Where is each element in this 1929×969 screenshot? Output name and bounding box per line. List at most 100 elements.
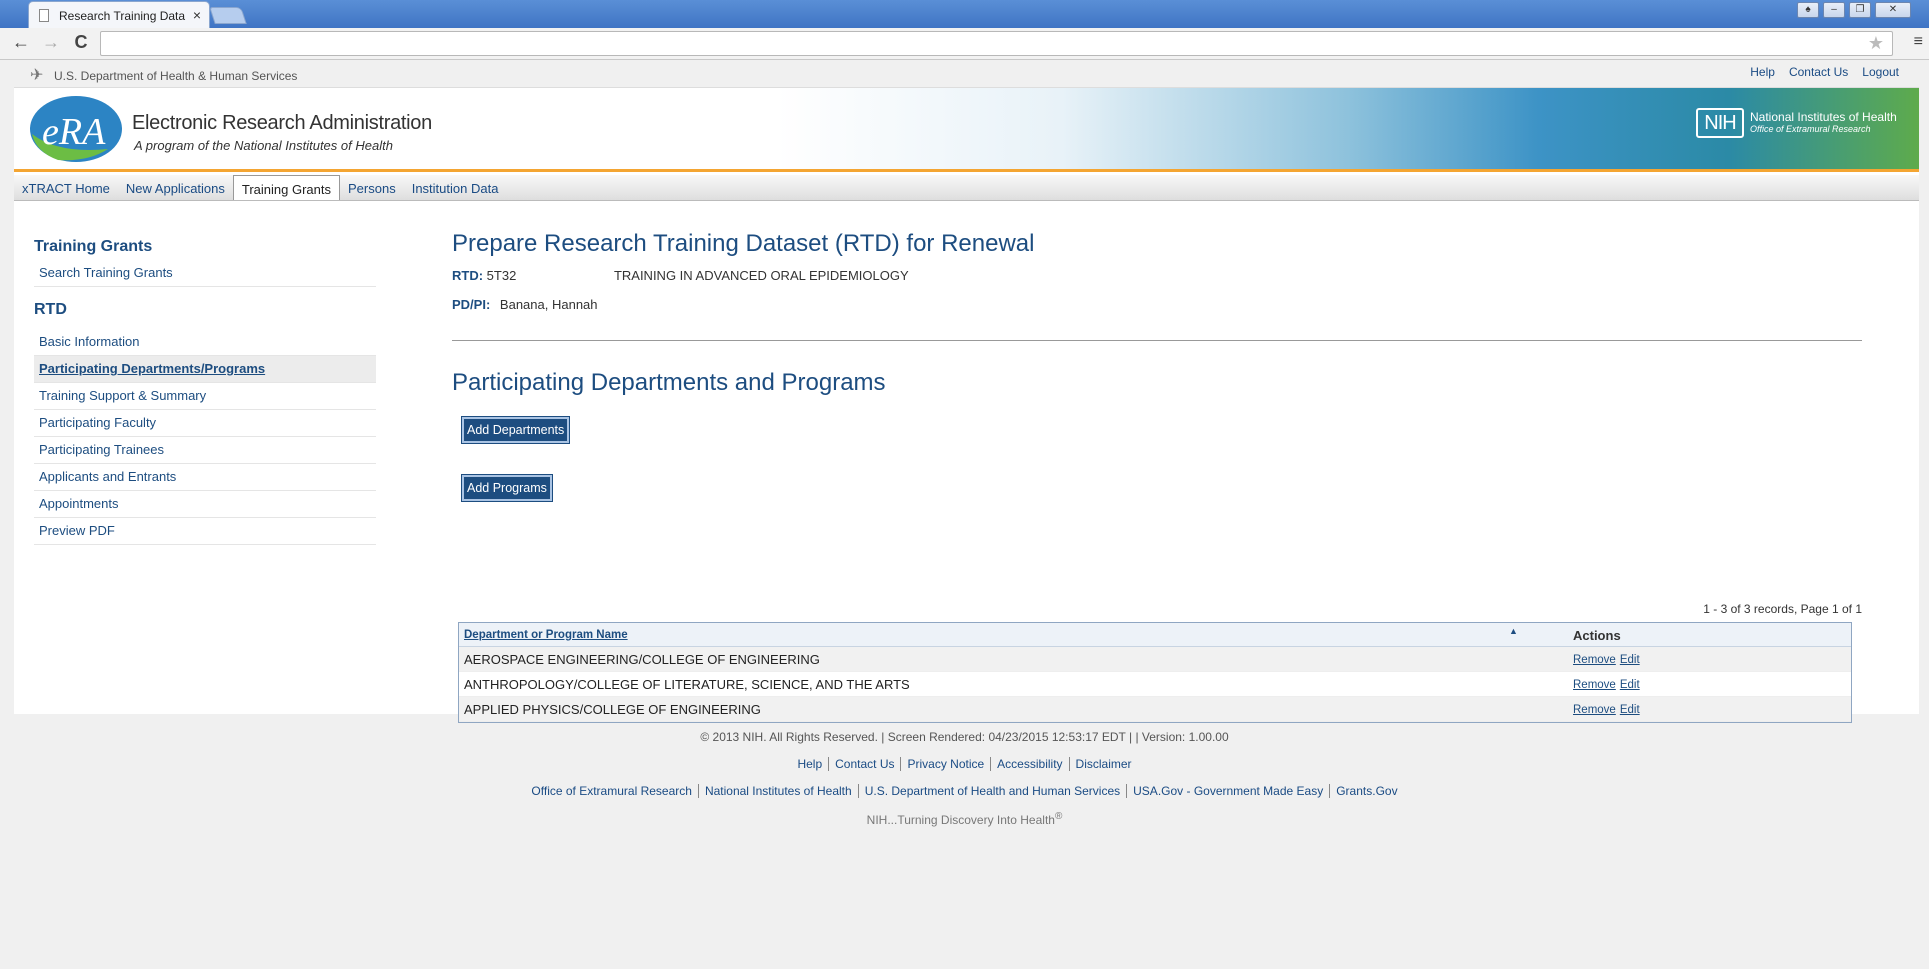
logout-link[interactable]: Logout [1862, 65, 1899, 79]
table-row: APPLIED PHYSICS/COLLEGE OF ENGINEERING R… [459, 697, 1851, 722]
hhs-bar: ✈ U.S. Department of Health & Human Serv… [14, 60, 1919, 88]
footer-hhs-link[interactable]: U.S. Department of Health and Human Serv… [858, 784, 1128, 798]
footer-links-primary: Help Contact Us Privacy Notice Accessibilit… [0, 757, 1929, 771]
footer-accessibility-link[interactable]: Accessibility [991, 757, 1070, 771]
sidebar-item-appointments[interactable]: Appointments [34, 491, 376, 518]
footer-usagov-link[interactable]: USA.Gov - Government Made Easy [1127, 784, 1331, 798]
browser-titlebar: Research Training Data × ♠ – ❐ ✕ [0, 0, 1929, 28]
nih-logo[interactable]: NIH [1696, 108, 1744, 138]
pdpi-row: PD/PI: Banana, Hannah [452, 297, 1872, 312]
footer-links-secondary: Office of Extramural Research National In… [0, 784, 1929, 798]
footer-grantsgov-link[interactable]: Grants.Gov [1330, 784, 1403, 798]
svg-text:eRA: eRA [42, 111, 106, 153]
rtd-value: 5T32 [486, 268, 517, 283]
sidebar-item-applicants-entrants[interactable]: Applicants and Entrants [34, 464, 376, 491]
brand-title: Electronic Research Administration [132, 112, 432, 134]
help-link[interactable]: Help [1750, 65, 1775, 79]
sidebar-heading-rtd: RTD [34, 301, 67, 318]
browser-menu-icon[interactable]: ≡ [1914, 33, 1923, 51]
contact-us-link[interactable]: Contact Us [1789, 65, 1848, 79]
tagline: NIH...Turning Discovery Into Health® [0, 811, 1929, 827]
edit-link[interactable]: Edit [1620, 704, 1640, 716]
edit-link[interactable]: Edit [1620, 679, 1640, 691]
registered-mark: ® [1054, 811, 1063, 822]
add-programs-button[interactable]: Add Programs [461, 474, 553, 502]
utility-links: Help Contact Us Logout [1750, 65, 1899, 79]
footer-oer-link[interactable]: Office of Extramural Research [525, 784, 699, 798]
hhs-label: U.S. Department of Health & Human Servic… [54, 69, 298, 83]
sidebar-item-training-support[interactable]: Training Support & Summary [34, 383, 376, 410]
sidebar-item-basic-information[interactable]: Basic Information [34, 329, 376, 356]
pdpi-value: Banana, Hannah [499, 297, 598, 312]
departments-table: Department or Program Name ▲ Actions AER… [458, 622, 1852, 723]
nih-subtitle: Office of Extramural Research [1750, 124, 1871, 134]
footer-disclaimer-link[interactable]: Disclaimer [1070, 757, 1138, 771]
footer-nih-link[interactable]: National Institutes of Health [698, 784, 859, 798]
remove-link[interactable]: Remove [1573, 704, 1616, 716]
nav-persons[interactable]: Persons [340, 175, 404, 200]
hhs-eagle-icon: ✈ [30, 67, 44, 84]
sidebar: Training Grants Search Training Grants R… [34, 234, 376, 545]
forward-icon[interactable]: → [40, 32, 62, 53]
nih-title: National Institutes of Health [1750, 110, 1897, 124]
era-logo[interactable]: eRA [28, 94, 124, 164]
table-row: ANTHROPOLOGY/COLLEGE OF LITERATURE, SCIE… [459, 672, 1851, 697]
sidebar-item-participating-departments[interactable]: Participating Departments/Programs [34, 356, 376, 383]
remove-link[interactable]: Remove [1573, 679, 1616, 691]
rtd-label: RTD: [452, 268, 484, 283]
rtd-row: RTD: 5T32 TRAINING IN ADVANCED ORAL EPID… [452, 268, 1872, 283]
table-row: AEROSPACE ENGINEERING/COLLEGE OF ENGINEE… [459, 647, 1851, 672]
nav-new-applications[interactable]: New Applications [118, 175, 233, 200]
column-header-name[interactable]: Department or Program Name [464, 629, 628, 641]
back-icon[interactable]: ← [10, 32, 32, 53]
nav-training-grants[interactable]: Training Grants [232, 175, 340, 200]
header-banner: eRA Electronic Research Administration A… [14, 88, 1919, 172]
sidebar-item-preview-pdf[interactable]: Preview PDF [34, 518, 376, 545]
footer: © 2013 NIH. All Rights Reserved. | Scree… [0, 730, 1929, 840]
footer-help-link[interactable]: Help [791, 757, 830, 771]
tab-title: Research Training Data [59, 9, 186, 23]
document-icon [39, 9, 49, 22]
user-icon[interactable]: ♠ [1797, 2, 1819, 18]
maximize-button[interactable]: ❐ [1849, 2, 1871, 18]
edit-link[interactable]: Edit [1620, 654, 1640, 666]
sidebar-heading-training-grants: Training Grants [34, 238, 153, 255]
main-content: Prepare Research Training Dataset (RTD) … [452, 230, 1872, 723]
tagline-text: NIH...Turning Discovery Into Health [866, 813, 1055, 827]
row-name: AEROSPACE ENGINEERING/COLLEGE OF ENGINEE… [464, 652, 820, 667]
column-header-actions: Actions [1573, 628, 1621, 643]
reload-icon[interactable]: C [70, 32, 92, 53]
add-departments-button[interactable]: Add Departments [460, 416, 571, 444]
table-header: Department or Program Name ▲ Actions [459, 623, 1851, 647]
new-tab-button[interactable] [209, 7, 247, 24]
records-info: 1 - 3 of 3 records, Page 1 of 1 [1703, 602, 1862, 616]
page: ✈ U.S. Department of Health & Human Serv… [14, 60, 1919, 723]
pdpi-label: PD/PI: [452, 297, 491, 312]
browser-toolbar: ← → C ★ ≡ [0, 28, 1929, 60]
brand-subtitle: A program of the National Institutes of … [134, 138, 393, 153]
divider [452, 340, 1862, 341]
nav-xtract-home[interactable]: xTRACT Home [14, 175, 118, 200]
browser-tab[interactable]: Research Training Data × [28, 1, 210, 28]
section-title: Participating Departments and Programs [452, 369, 886, 396]
tab-close-icon[interactable]: × [193, 7, 201, 23]
page-title: Prepare Research Training Dataset (RTD) … [452, 230, 1035, 257]
rtd-title: TRAINING IN ADVANCED ORAL EPIDEMIOLOGY [613, 268, 909, 283]
main-nav: xTRACT Home New Applications Training Gr… [14, 175, 1919, 201]
footer-privacy-link[interactable]: Privacy Notice [901, 757, 992, 771]
sort-asc-icon[interactable]: ▲ [1509, 626, 1518, 636]
minimize-button[interactable]: – [1823, 2, 1845, 18]
remove-link[interactable]: Remove [1573, 654, 1616, 666]
nav-institution-data[interactable]: Institution Data [404, 175, 507, 200]
sidebar-item-participating-faculty[interactable]: Participating Faculty [34, 410, 376, 437]
copyright: © 2013 NIH. All Rights Reserved. | Scree… [700, 730, 1229, 744]
close-window-button[interactable]: ✕ [1875, 2, 1911, 18]
sidebar-item-search-training-grants[interactable]: Search Training Grants [34, 260, 376, 287]
address-bar[interactable]: ★ [100, 31, 1893, 56]
sidebar-item-participating-trainees[interactable]: Participating Trainees [34, 437, 376, 464]
footer-contact-link[interactable]: Contact Us [829, 757, 902, 771]
window-controls: ♠ – ❐ ✕ [1797, 2, 1911, 18]
row-name: APPLIED PHYSICS/COLLEGE OF ENGINEERING [464, 702, 761, 717]
row-name: ANTHROPOLOGY/COLLEGE OF LITERATURE, SCIE… [464, 677, 910, 692]
bookmark-star-icon[interactable]: ★ [1868, 33, 1884, 54]
